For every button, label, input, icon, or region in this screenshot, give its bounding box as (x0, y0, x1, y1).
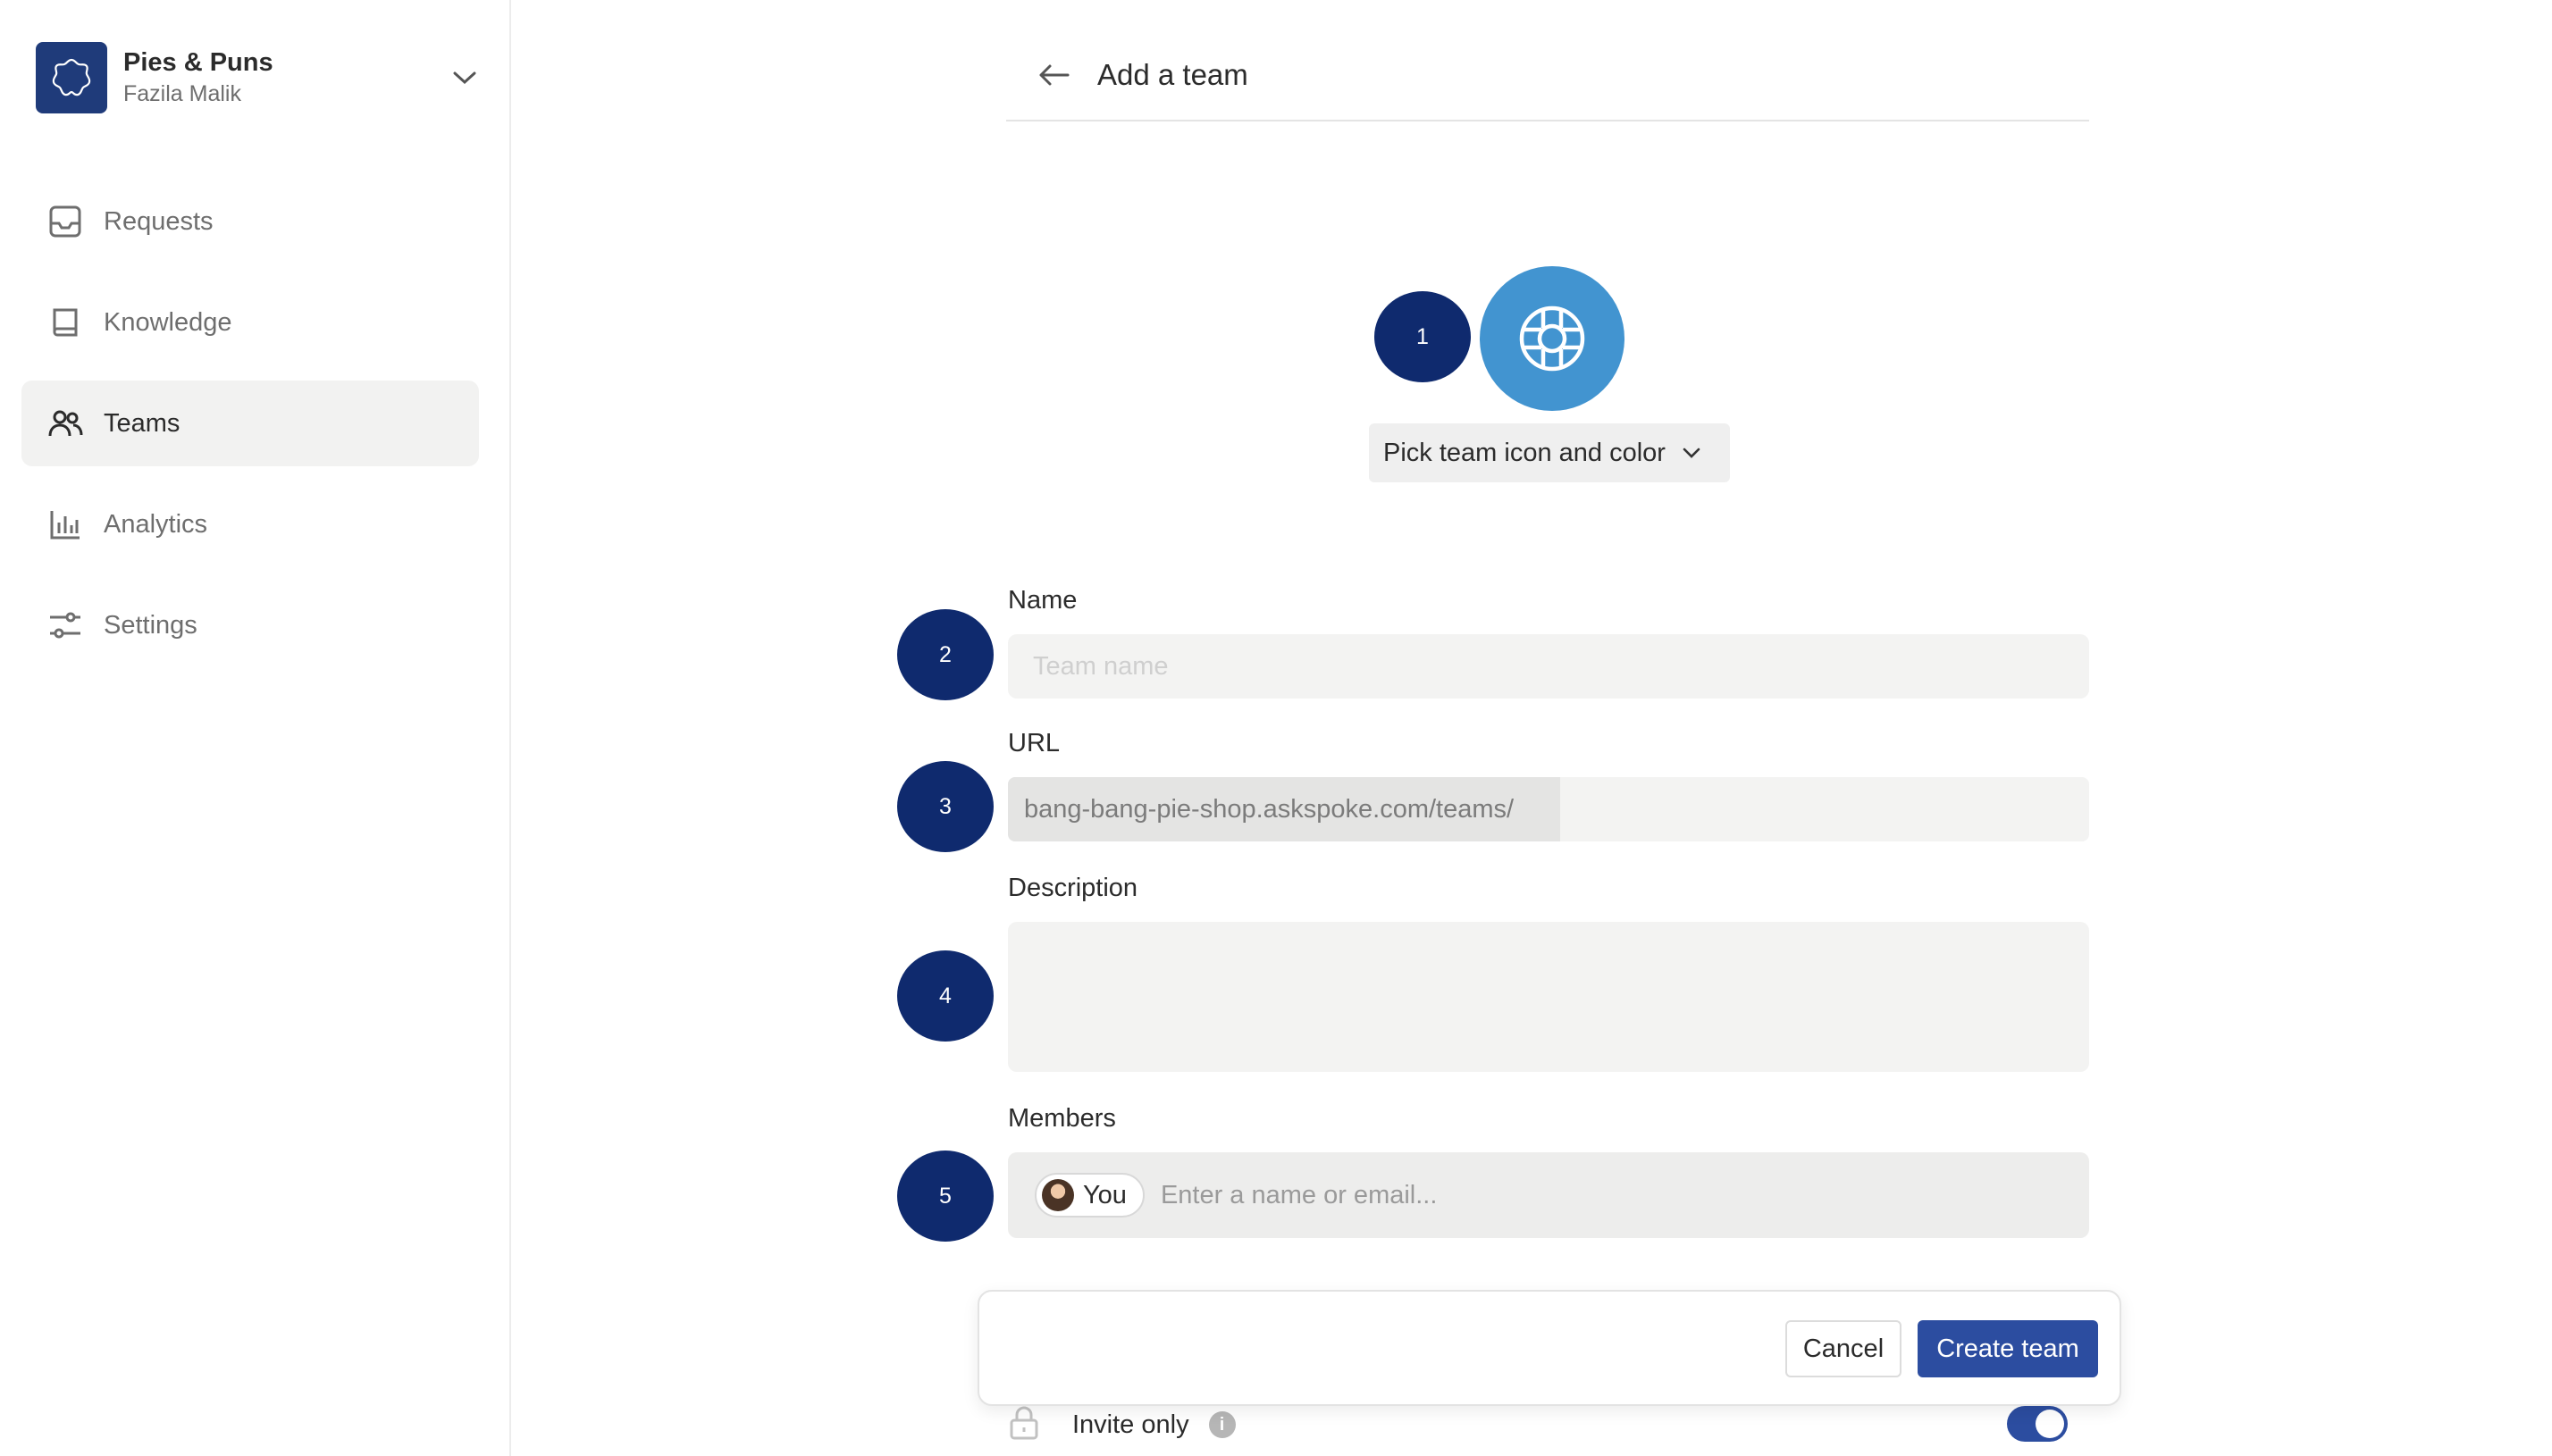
flower-logo-icon (36, 42, 107, 113)
action-bar: Cancel Create team (978, 1290, 2121, 1406)
cancel-button[interactable]: Cancel (1785, 1320, 1901, 1377)
sliders-icon (46, 607, 84, 644)
description-textarea[interactable] (1008, 922, 2089, 1072)
sidebar-item-label: Requests (104, 206, 214, 236)
inbox-icon (46, 203, 84, 240)
sidebar-item-knowledge[interactable]: Knowledge (21, 280, 479, 365)
members-field: You (1008, 1152, 2089, 1238)
member-chip[interactable]: You (1035, 1173, 1145, 1218)
avatar (1042, 1179, 1074, 1211)
step-badge-2: 2 (897, 609, 994, 700)
page-title: Add a team (1097, 58, 1248, 91)
create-team-button[interactable]: Create team (1918, 1320, 2098, 1377)
chevron-down-icon (1682, 447, 1701, 459)
sidebar-item-label: Analytics (104, 509, 208, 539)
step-badge-3: 3 (897, 761, 994, 852)
team-name-input[interactable] (1008, 634, 2089, 699)
bar-chart-icon (46, 506, 84, 543)
team-icon-preview[interactable] (1480, 266, 1624, 411)
users-icon (46, 405, 84, 442)
sidebar-nav: Requests Knowledge Teams Analytics Setti… (21, 179, 479, 683)
member-chip-label: You (1083, 1180, 1127, 1209)
members-input[interactable] (1160, 1180, 2089, 1210)
sidebar-item-analytics[interactable]: Analytics (21, 481, 479, 567)
sidebar-item-label: Settings (104, 610, 197, 640)
book-icon (46, 304, 84, 341)
pick-icon-color-label: Pick team icon and color (1383, 438, 1666, 467)
url-label: URL (1008, 729, 1061, 757)
url-prefix: bang-bang-pie-shop.askspoke.com/teams/ (1008, 777, 1560, 841)
chevron-down-icon[interactable] (447, 60, 483, 96)
sidebar-item-label: Knowledge (104, 307, 232, 337)
lock-icon (1008, 1405, 1040, 1445)
arrow-left-icon[interactable] (1035, 56, 1072, 94)
pick-icon-color-dropdown[interactable]: Pick team icon and color (1369, 423, 1730, 482)
name-label: Name (1008, 586, 1078, 615)
sidebar-item-label: Teams (104, 408, 180, 438)
invite-only-label: Invite only (1072, 1410, 1189, 1439)
members-label: Members (1008, 1104, 1116, 1133)
sidebar: Pies & Puns Fazila Malik Requests Knowle… (0, 0, 511, 1456)
step-badge-1: 1 (1374, 291, 1471, 382)
step-badge-4: 4 (897, 950, 994, 1042)
workspace-name: Pies & Puns (123, 48, 273, 77)
workspace-user: Fazila Malik (123, 81, 241, 106)
description-label: Description (1008, 874, 1138, 902)
step-badge-5: 5 (897, 1151, 994, 1242)
sidebar-item-requests[interactable]: Requests (21, 179, 479, 264)
sidebar-item-teams[interactable]: Teams (21, 381, 479, 466)
sidebar-item-settings[interactable]: Settings (21, 582, 479, 668)
page-header: Add a team (1006, 30, 2089, 121)
url-slug-input[interactable] (1560, 777, 2089, 841)
url-field: bang-bang-pie-shop.askspoke.com/teams/ (1008, 777, 2089, 841)
workspace-switcher[interactable]: Pies & Puns Fazila Malik (36, 41, 483, 114)
info-icon[interactable]: i (1208, 1411, 1236, 1438)
invite-only-toggle[interactable] (2007, 1406, 2068, 1442)
lifebuoy-icon (1519, 305, 1585, 372)
